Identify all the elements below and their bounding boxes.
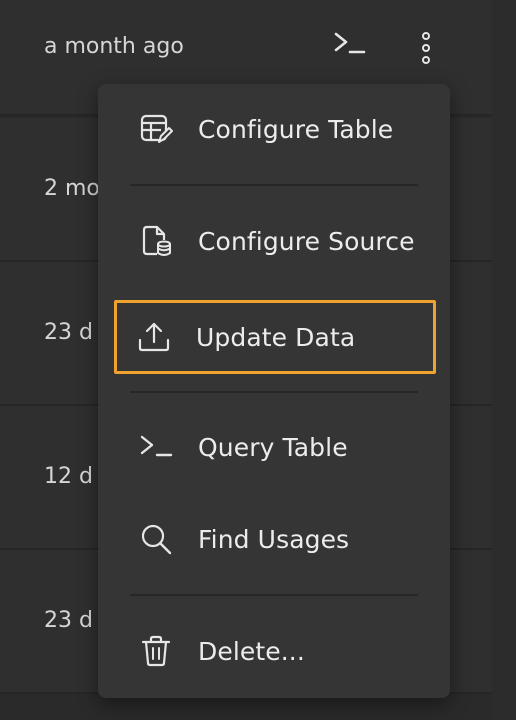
- menu-item-label: Find Usages: [198, 524, 350, 554]
- menu-item-configure-table[interactable]: Configure Table: [116, 96, 434, 162]
- menu-item-label: Configure Table: [198, 114, 394, 144]
- menu-item-label: Query Table: [198, 432, 348, 462]
- source-database-icon: [138, 223, 174, 259]
- menu-item-label: Configure Source: [198, 226, 415, 256]
- menu-item-delete[interactable]: Delete...: [116, 618, 434, 684]
- scrollbar-track[interactable]: [492, 0, 516, 720]
- row-modified-time: a month ago: [44, 34, 184, 59]
- row-modified-time: 12 d: [44, 464, 93, 489]
- row-modified-time: 23 d: [44, 608, 93, 633]
- terminal-icon[interactable]: [334, 30, 366, 58]
- search-icon: [138, 521, 174, 557]
- menu-item-label: Update Data: [196, 322, 356, 352]
- trash-icon: [138, 633, 174, 669]
- terminal-icon: [138, 429, 174, 465]
- menu-divider: [130, 594, 418, 596]
- menu-item-update-data[interactable]: Update Data: [114, 300, 436, 374]
- page: a month ago 2 mo 23 d 12 d 23 d Configur…: [0, 0, 516, 720]
- more-vertical-icon[interactable]: [418, 30, 434, 66]
- menu-item-find-usages[interactable]: Find Usages: [116, 506, 434, 572]
- table-edit-icon: [138, 111, 174, 147]
- row-modified-time: 23 d: [44, 320, 93, 345]
- context-menu: Configure Table Configure Source Update …: [98, 84, 450, 698]
- row-modified-time: 2 mo: [44, 176, 100, 201]
- upload-icon: [136, 319, 172, 355]
- menu-item-label: Delete...: [198, 636, 305, 666]
- menu-divider: [130, 391, 418, 393]
- menu-item-configure-source[interactable]: Configure Source: [116, 208, 434, 274]
- menu-divider: [130, 184, 418, 186]
- menu-item-query-table[interactable]: Query Table: [116, 414, 434, 480]
